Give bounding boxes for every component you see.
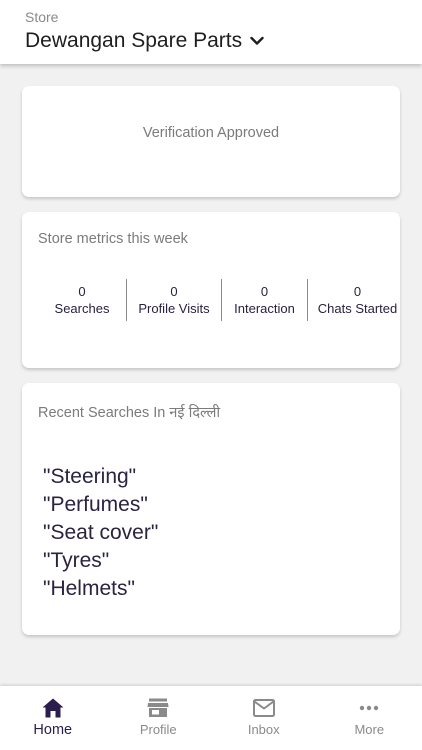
metric-label: Profile Visits [138,300,210,316]
nav-inbox-label: Inbox [247,722,280,737]
more-horizontal-icon [357,697,381,719]
recent-search-item: "Helmets" [43,577,135,600]
verification-status: Verification Approved [142,125,280,141]
metric-label: Interaction [234,300,295,316]
home-icon [41,697,65,719]
store-metrics-card: Store metrics this week 0 Searches 0 Pro… [22,212,400,368]
recent-search-item: "Steering" [43,465,137,488]
recent-searches-title: Recent Searches In नई दिल्ली [38,405,221,421]
store-selector[interactable]: Dewangan Spare Parts [25,29,264,53]
nav-home-label: Home [33,722,73,738]
nav-more-label: More [354,722,385,737]
app-root: Store Dewangan Spare Parts Verification … [0,0,422,750]
store-icon [146,697,170,719]
metric-profile-visits: 0 Profile Visits [126,279,221,321]
metric-chats-started: 0 Chats Started [307,279,407,321]
metric-value: 0 [353,283,362,299]
nav-inbox[interactable]: Inbox [211,686,317,750]
metric-label: Chats Started [317,300,398,316]
recent-search-item: "Seat cover" [43,521,159,544]
metric-value: 0 [78,283,86,299]
metric-value: 0 [170,283,178,299]
nav-profile-label: Profile [139,722,177,737]
metrics-title: Store metrics this week [38,231,188,247]
metric-value: 0 [260,283,269,299]
metric-searches: 0 Searches [38,279,126,321]
nav-profile[interactable]: Profile [106,686,212,750]
verification-card: Verification Approved [22,86,400,197]
bottom-navigation: Home Profile Inbox More [0,686,422,750]
metrics-row: 0 Searches 0 Profile Visits 0 Interactio… [38,279,407,321]
nav-home[interactable]: Home [0,686,106,750]
chevron-down-icon [250,36,264,45]
metric-label: Searches [54,300,110,316]
recent-search-item: "Perfumes" [43,493,148,516]
recent-searches-card: Recent Searches In नई दिल्ली "Steering" … [22,383,400,635]
recent-search-item: "Tyres" [43,549,110,572]
recent-searches-list: "Steering" "Perfumes" "Seat cover" "Tyre… [43,463,158,603]
store-label: Store [25,9,59,25]
nav-more[interactable]: More [317,686,422,750]
mail-icon [252,697,276,719]
metric-interaction: 0 Interaction [221,279,307,321]
app-header: Store Dewangan Spare Parts [0,0,422,64]
store-name: Dewangan Spare Parts [25,29,243,52]
